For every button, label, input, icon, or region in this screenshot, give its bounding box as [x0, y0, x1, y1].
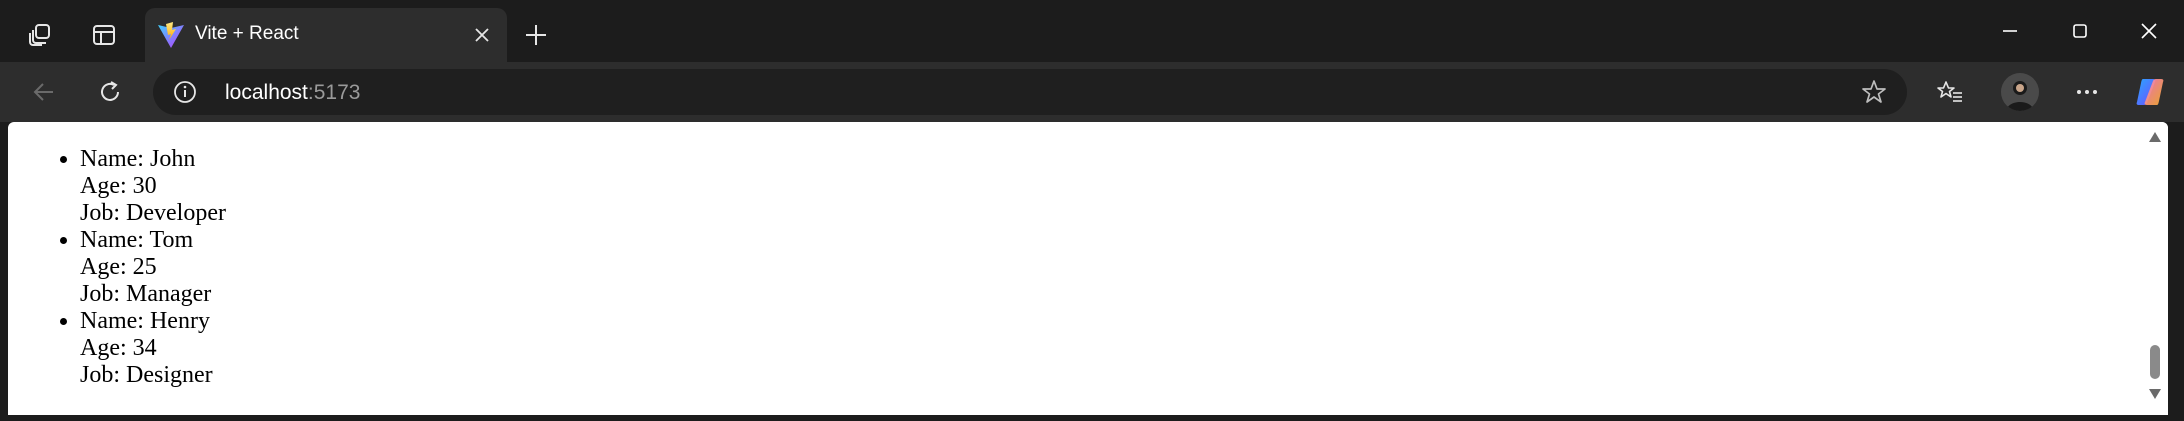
list-item: Name: Tom Age: 25 Job: Manager [80, 227, 226, 308]
browser-toolbar: localhost:5173 [0, 62, 2184, 122]
person-age: Age: 30 [80, 173, 157, 199]
person-name: Name: John [80, 146, 196, 172]
person-job: Job: Manager [80, 281, 212, 307]
person-name: Name: Tom [80, 227, 194, 253]
people-list: Name: John Age: 30 Job: Developer Name: … [8, 146, 226, 389]
star-icon[interactable] [1861, 79, 1887, 105]
favorites-list-icon[interactable] [1928, 70, 1972, 114]
info-icon[interactable] [173, 80, 197, 104]
plus-icon[interactable] [514, 13, 558, 57]
address-bar[interactable]: localhost:5173 [153, 69, 1907, 115]
scrollbar-thumb[interactable] [2150, 345, 2160, 379]
person-job: Job: Developer [80, 200, 226, 226]
person-name: Name: Henry [80, 308, 210, 334]
list-item: Name: John Age: 30 Job: Developer [80, 146, 226, 227]
minimize-icon[interactable] [1975, 0, 2045, 62]
person-age: Age: 34 [80, 335, 157, 361]
url-host: localhost [225, 81, 308, 104]
workspaces-icon[interactable] [18, 13, 62, 57]
vite-logo-icon [156, 20, 186, 50]
url-port: :5173 [307, 81, 361, 104]
vertical-scrollbar[interactable] [2142, 122, 2168, 415]
tab-actions-icon[interactable] [82, 13, 126, 57]
tab-title: Vite + React [195, 23, 299, 44]
window-close-icon[interactable] [2114, 0, 2184, 62]
list-item: Name: Henry Age: 34 Job: Designer [80, 308, 226, 389]
copilot-icon[interactable] [2128, 70, 2172, 114]
scroll-up-arrow-icon[interactable] [2148, 130, 2162, 148]
maximize-icon[interactable] [2045, 0, 2115, 62]
tab-vite-react[interactable]: Vite + React [145, 8, 507, 62]
close-icon[interactable] [469, 22, 495, 48]
person-age: Age: 25 [80, 254, 157, 280]
refresh-icon[interactable] [88, 70, 132, 114]
scroll-down-arrow-icon[interactable] [2148, 387, 2162, 405]
more-dots-icon[interactable] [2065, 70, 2109, 114]
tab-strip: Vite + React [0, 0, 2184, 62]
page-viewport: Name: John Age: 30 Job: Developer Name: … [8, 122, 2168, 415]
back-arrow-icon[interactable] [22, 70, 66, 114]
person-job: Job: Designer [80, 362, 213, 388]
avatar[interactable] [2001, 73, 2039, 111]
url-text: localhost:5173 [225, 81, 360, 105]
